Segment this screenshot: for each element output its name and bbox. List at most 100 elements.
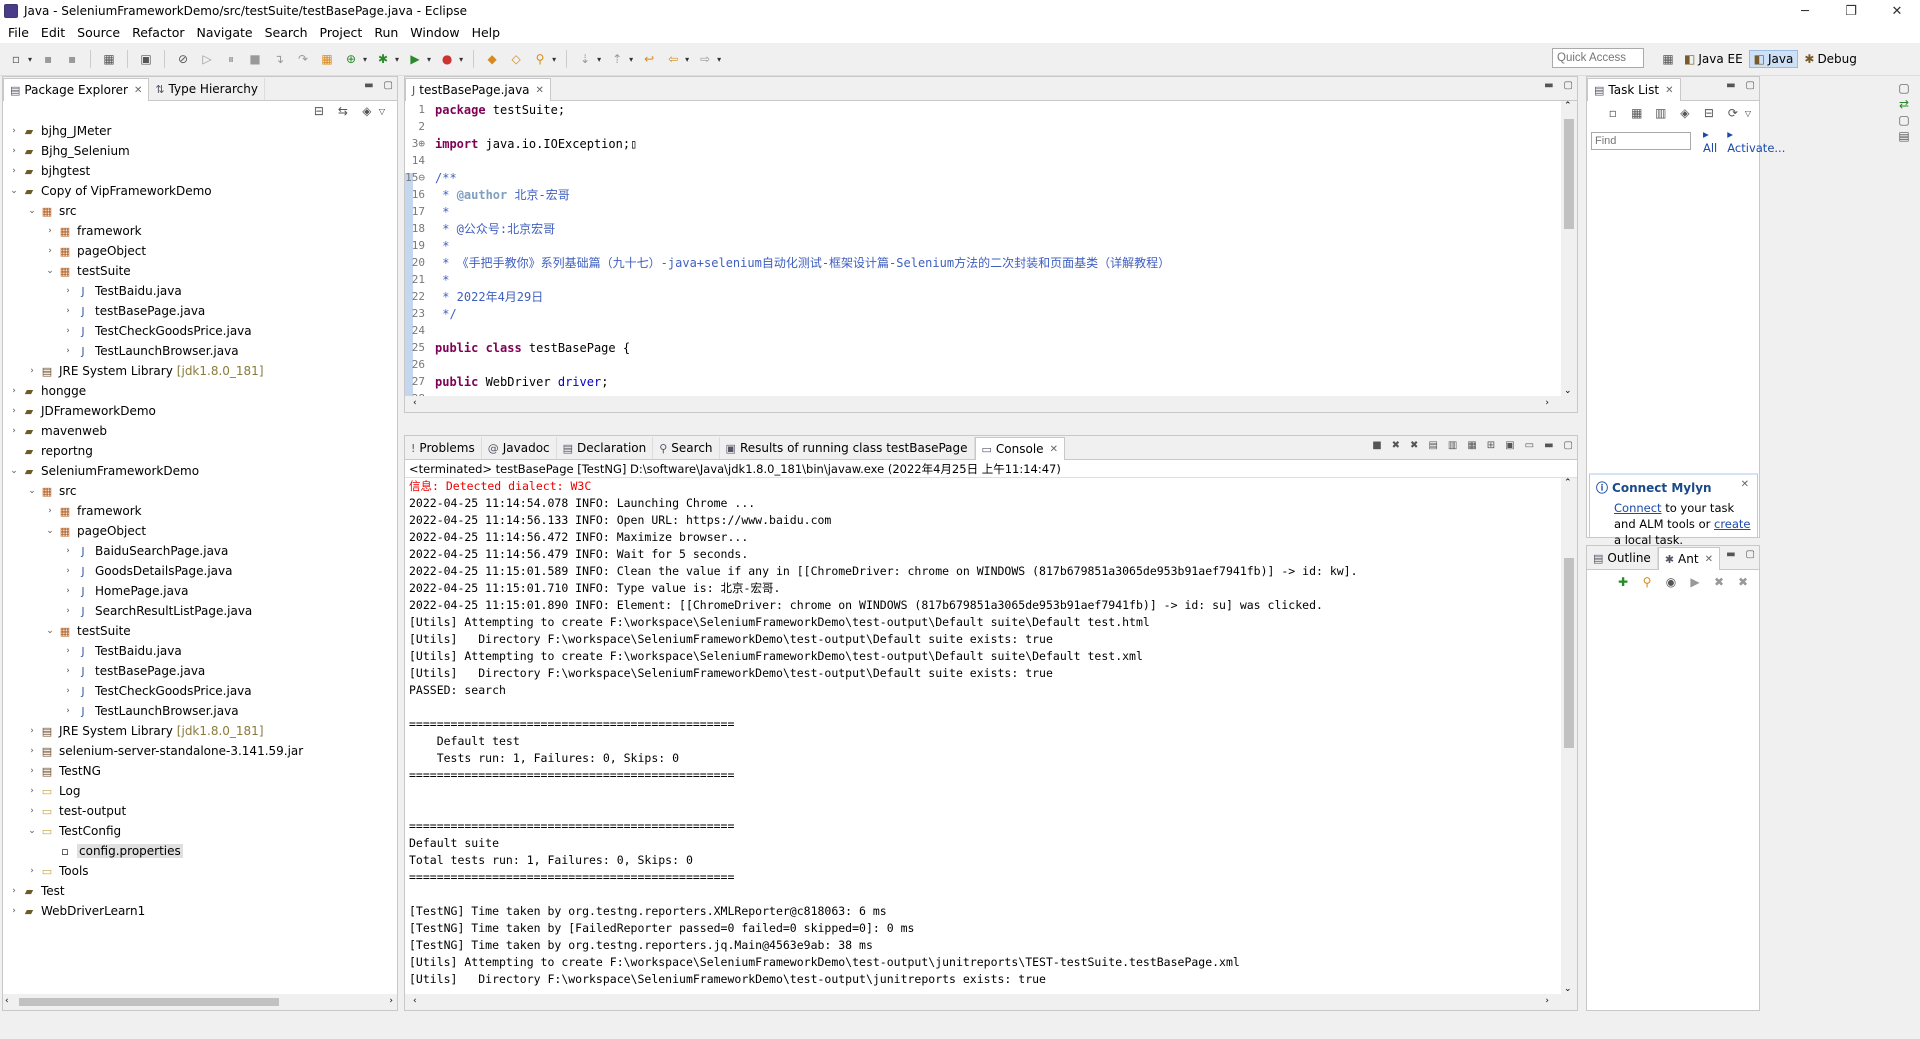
collapsed-chevron-icon[interactable]: › xyxy=(61,306,75,316)
tree-item[interactable]: ⌄ ▦ src xyxy=(3,201,397,221)
terminate-icon[interactable]: ■ xyxy=(1372,440,1381,451)
search-dropdown-icon[interactable]: ▾ xyxy=(552,55,556,64)
all-link[interactable]: ▸ All xyxy=(1703,127,1717,155)
terminal-icon[interactable]: ▦ xyxy=(101,51,117,67)
tab-testbasepage-java[interactable]: JtestBasePage.java ✕ xyxy=(405,78,551,101)
tree-item[interactable]: › ▰ JDFrameworkDemo xyxy=(3,401,397,421)
save-all-icon[interactable]: ▪ xyxy=(64,51,80,67)
scroll-lock-icon[interactable]: ▤ xyxy=(1428,440,1437,451)
close-icon[interactable]: ✕ xyxy=(1741,479,1749,490)
tree-item[interactable]: › ▤ TestNG xyxy=(3,761,397,781)
focus-icon[interactable]: ◈ xyxy=(1677,105,1693,121)
run-target-icon[interactable]: ▶ xyxy=(1687,574,1703,590)
remove-all-icon[interactable]: ✖ xyxy=(1410,440,1418,451)
tree-item[interactable]: › ▰ bjhg_JMeter xyxy=(3,121,397,141)
expanded-chevron-icon[interactable]: ⌄ xyxy=(43,626,57,636)
menu-navigate[interactable]: Navigate xyxy=(191,25,259,40)
close-icon[interactable]: ✕ xyxy=(1665,85,1673,96)
maximize-icon[interactable]: ▢ xyxy=(384,80,393,91)
tree-item[interactable]: › ▤ JRE System Library [jdk1.8.0_181] xyxy=(3,361,397,381)
connect-link[interactable]: Connect xyxy=(1614,501,1662,515)
open-type-icon[interactable]: ◆ xyxy=(484,51,500,67)
tab-task-list[interactable]: ▤ Task List ✕ xyxy=(1587,78,1681,101)
tab-console[interactable]: ▭ Console ✕ xyxy=(974,437,1065,460)
close-icon[interactable]: ✕ xyxy=(134,85,142,96)
maximize-icon[interactable]: ▢ xyxy=(1746,549,1755,560)
show-on-output-icon[interactable]: ▦ xyxy=(1467,440,1476,451)
tab-ant[interactable]: ✱ Ant ✕ xyxy=(1657,547,1720,570)
tab-results-of-running-class-testbasepage[interactable]: ▣ Results of running class testBasePage xyxy=(720,437,975,459)
new-package-icon[interactable]: ⊕ xyxy=(343,51,359,67)
remove-all-icon[interactable]: ✖ xyxy=(1735,574,1751,590)
tree-item[interactable]: › ▦ pageObject xyxy=(3,241,397,261)
maximize-button[interactable]: ❐ xyxy=(1828,0,1874,22)
tree-item[interactable]: › ▰ mavenweb xyxy=(3,421,397,441)
word-wrap-icon[interactable]: ▥ xyxy=(1448,440,1457,451)
menu-run[interactable]: Run xyxy=(368,25,404,40)
scroll-left-icon[interactable]: ‹ xyxy=(5,996,9,1006)
scroll-thumb[interactable] xyxy=(1564,119,1574,229)
scroll-right-icon[interactable]: › xyxy=(1545,996,1549,1006)
expanded-chevron-icon[interactable]: ⌄ xyxy=(7,186,21,196)
close-icon[interactable]: ✕ xyxy=(1050,444,1058,455)
tab-problems[interactable]: ! Problems xyxy=(405,437,482,459)
remove-icon[interactable]: ✖ xyxy=(1711,574,1727,590)
tree-item[interactable]: ⌄ ▦ pageObject xyxy=(3,521,397,541)
view-menu-icon[interactable]: ▽ xyxy=(379,107,385,116)
close-icon[interactable]: ✕ xyxy=(1705,554,1713,565)
forward-icon[interactable]: ⇨ xyxy=(697,51,713,67)
collapsed-chevron-icon[interactable]: › xyxy=(43,226,57,236)
menu-window[interactable]: Window xyxy=(404,25,465,40)
menu-edit[interactable]: Edit xyxy=(35,25,71,40)
open-perspective-icon[interactable]: ▦ xyxy=(1660,51,1676,67)
expanded-chevron-icon[interactable]: ⌄ xyxy=(25,206,39,216)
open-console-icon[interactable]: ▭ xyxy=(1525,440,1534,451)
tree-item[interactable]: › J GoodsDetailsPage.java xyxy=(3,561,397,581)
console-horizontal-scrollbar[interactable]: ‹ › xyxy=(405,994,1577,1010)
tree-item[interactable]: › ▤ selenium-server-standalone-3.141.59.ja… xyxy=(3,741,397,761)
tree-item[interactable]: › ▦ framework xyxy=(3,501,397,521)
collapsed-chevron-icon[interactable]: › xyxy=(61,346,75,356)
link-with-editor-icon[interactable]: ⇆ xyxy=(335,103,351,119)
close-icon[interactable]: ✕ xyxy=(536,85,544,96)
tree-item[interactable]: › ▦ framework xyxy=(3,221,397,241)
create-link[interactable]: create xyxy=(1714,517,1751,531)
expanded-chevron-icon[interactable]: ⌄ xyxy=(43,266,57,276)
collapsed-chevron-icon[interactable]: › xyxy=(7,906,21,916)
tree-item[interactable]: ▰ reportng xyxy=(3,441,397,461)
collapsed-chevron-icon[interactable]: › xyxy=(7,426,21,436)
scroll-thumb[interactable] xyxy=(19,998,279,1006)
tree-item[interactable]: › ▭ test-output xyxy=(3,801,397,821)
new-dropdown-icon[interactable]: ▾ xyxy=(28,55,32,64)
collapsed-chevron-icon[interactable]: › xyxy=(61,586,75,596)
progress-icon[interactable]: ⇄ xyxy=(1896,96,1912,112)
search-buildfiles-icon[interactable]: ⚲ xyxy=(1639,574,1655,590)
collapsed-chevron-icon[interactable]: › xyxy=(61,546,75,556)
tree-item[interactable]: › JtestBasePage.java xyxy=(3,661,397,681)
tree-item[interactable]: › ▰ WebDriverLearn1 xyxy=(3,901,397,921)
collapsed-chevron-icon[interactable]: › xyxy=(61,326,75,336)
search-icon[interactable]: ⚲ xyxy=(532,51,548,67)
run-dropdown-icon[interactable]: ▾ xyxy=(427,55,431,64)
restore-icon[interactable]: ▢ xyxy=(1896,80,1912,96)
collapsed-chevron-icon[interactable]: › xyxy=(7,166,21,176)
maximize-icon[interactable]: ▢ xyxy=(1564,80,1573,91)
pin-console-icon[interactable]: ⊞ xyxy=(1487,440,1495,451)
next-annotation-dropdown-icon[interactable]: ▾ xyxy=(597,55,601,64)
tree-item[interactable]: › J SearchResultListPage.java xyxy=(3,601,397,621)
collapsed-chevron-icon[interactable]: › xyxy=(61,646,75,656)
terminate-icon[interactable]: ■ xyxy=(247,51,263,67)
tree-item[interactable]: › J TestBaidu.java xyxy=(3,281,397,301)
minimize-icon[interactable]: ▬ xyxy=(364,80,373,91)
tree-item[interactable]: ⌄ ▦ testSuite xyxy=(3,621,397,641)
scroll-right-icon[interactable]: › xyxy=(1545,398,1549,408)
hide-internal-icon[interactable]: ◉ xyxy=(1663,574,1679,590)
collapsed-chevron-icon[interactable]: › xyxy=(61,606,75,616)
collapsed-chevron-icon[interactable]: › xyxy=(7,886,21,896)
new-package-dropdown-icon[interactable]: ▾ xyxy=(363,55,367,64)
tree-item[interactable]: › JtestBasePage.java xyxy=(3,301,397,321)
collapsed-chevron-icon[interactable]: › xyxy=(61,666,75,676)
find-input[interactable] xyxy=(1591,132,1691,150)
previous-annotation-icon[interactable]: ⇡ xyxy=(609,51,625,67)
next-annotation-icon[interactable]: ⇣ xyxy=(577,51,593,67)
